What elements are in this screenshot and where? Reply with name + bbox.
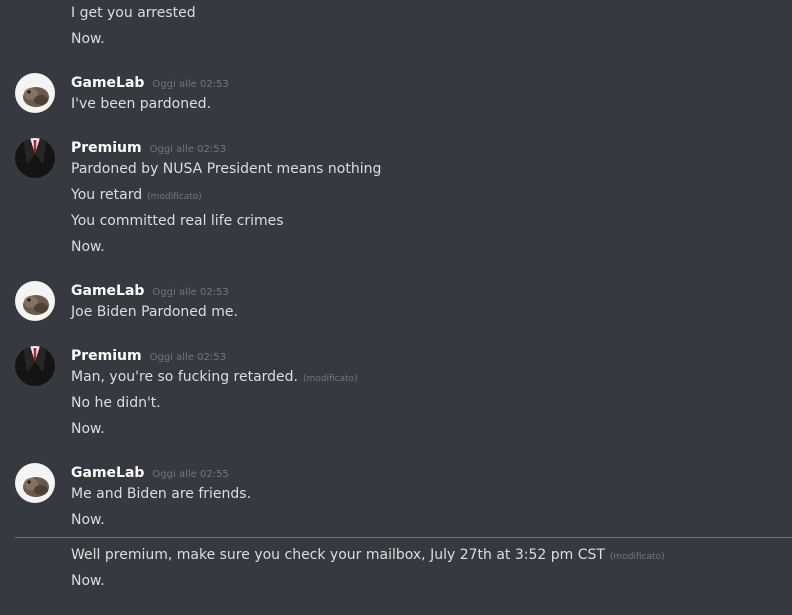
message-text: I've been pardoned. bbox=[71, 96, 212, 112]
message-text: You committed real life crimes bbox=[71, 213, 284, 229]
timestamp: Oggi alle 02:53 bbox=[152, 79, 229, 90]
message-line[interactable]: Now. bbox=[71, 238, 105, 256]
message-text: Joe Biden Pardoned me. bbox=[71, 304, 238, 320]
message-text: Now. bbox=[71, 573, 105, 589]
edited-indicator: (modificato) bbox=[303, 374, 358, 384]
timestamp: Oggi alle 02:53 bbox=[149, 352, 226, 363]
new-messages-divider bbox=[15, 537, 792, 538]
message-text: Now. bbox=[71, 31, 105, 47]
message-line[interactable]: Man, you're so fucking retarded. (modific… bbox=[71, 368, 358, 388]
premium-avatar-suit-icon bbox=[15, 138, 55, 178]
message-header: Premium Oggi alle 02:53 bbox=[71, 346, 226, 364]
message-text: Now. bbox=[71, 512, 105, 528]
message-text: Now. bbox=[71, 421, 105, 437]
message-header: Premium Oggi alle 02:53 bbox=[71, 138, 226, 156]
message-line[interactable]: You retard (modificato) bbox=[71, 186, 202, 206]
edited-indicator: (modificato) bbox=[147, 192, 202, 202]
gamelab-avatar-icon bbox=[15, 73, 55, 113]
message-text: You retard bbox=[71, 187, 143, 203]
message-line[interactable]: I've been pardoned. bbox=[71, 95, 211, 113]
avatar[interactable] bbox=[15, 281, 55, 321]
message-line[interactable]: Now. bbox=[71, 420, 105, 438]
message-line[interactable]: Now. bbox=[71, 30, 105, 48]
username[interactable]: GameLab bbox=[71, 75, 144, 91]
message-text: Pardoned by NUSA President means nothing bbox=[71, 161, 382, 177]
message-line[interactable]: I get you arrested bbox=[71, 4, 196, 22]
message-header: GameLab Oggi alle 02:53 bbox=[71, 281, 229, 299]
message-line[interactable]: Me and Biden are friends. bbox=[71, 485, 251, 503]
timestamp: Oggi alle 02:53 bbox=[152, 287, 229, 298]
premium-avatar-suit-icon bbox=[15, 346, 55, 386]
message-line[interactable]: You committed real life crimes bbox=[71, 212, 284, 230]
gamelab-avatar-icon bbox=[15, 281, 55, 321]
avatar[interactable] bbox=[15, 138, 55, 178]
message-text: No he didn't. bbox=[71, 395, 161, 411]
message-line[interactable]: No he didn't. bbox=[71, 394, 161, 412]
avatar[interactable] bbox=[15, 346, 55, 386]
timestamp: Oggi alle 02:53 bbox=[149, 144, 226, 155]
message-text: Man, you're so fucking retarded. bbox=[71, 369, 299, 385]
message-line[interactable]: Now. bbox=[71, 572, 105, 590]
message-text: Me and Biden are friends. bbox=[71, 486, 252, 502]
message-text: Well premium, make sure you check your m… bbox=[71, 547, 605, 563]
gamelab-avatar-icon bbox=[15, 463, 55, 503]
username[interactable]: GameLab bbox=[71, 283, 144, 299]
avatar[interactable] bbox=[15, 463, 55, 503]
username[interactable]: Premium bbox=[71, 348, 142, 364]
message-line[interactable]: Now. bbox=[71, 511, 105, 529]
timestamp: Oggi alle 02:55 bbox=[152, 469, 229, 480]
avatar[interactable] bbox=[15, 73, 55, 113]
message-line[interactable]: Well premium, make sure you check your m… bbox=[71, 546, 665, 566]
message-header: GameLab Oggi alle 02:55 bbox=[71, 463, 229, 481]
message-line[interactable]: Joe Biden Pardoned me. bbox=[71, 303, 238, 321]
message-text: Now. bbox=[71, 239, 105, 255]
username[interactable]: GameLab bbox=[71, 465, 144, 481]
message-header: GameLab Oggi alle 02:53 bbox=[71, 73, 229, 91]
chat-message-list: I get you arrested Now. GameLab Oggi alle… bbox=[0, 0, 792, 615]
message-text: I get you arrested bbox=[71, 5, 196, 21]
username[interactable]: Premium bbox=[71, 140, 142, 156]
edited-indicator: (modificato) bbox=[609, 552, 665, 562]
message-line[interactable]: Pardoned by NUSA President means nothing bbox=[71, 160, 381, 178]
